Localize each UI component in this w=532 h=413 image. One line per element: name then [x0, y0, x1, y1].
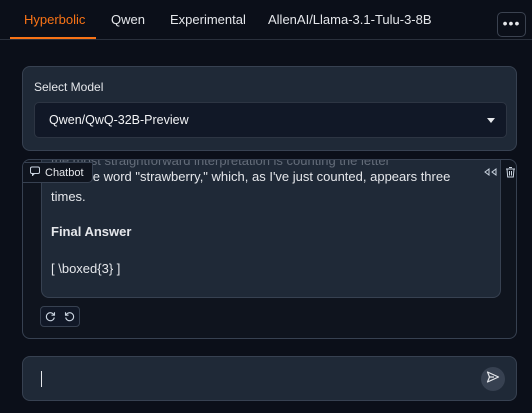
- more-icon: •••: [502, 14, 521, 31]
- final-answer-value: [ \boxed{3} ]: [51, 261, 121, 276]
- more-tabs-button[interactable]: •••: [497, 12, 526, 37]
- tab-allenai-llama[interactable]: AllenAI/Llama-3.1-Tulu-3-8B: [268, 0, 432, 40]
- tab-hyperbolic[interactable]: Hyperbolic: [24, 0, 85, 40]
- model-select-label: Select Model: [34, 80, 104, 94]
- share-icon[interactable]: [483, 165, 497, 179]
- message-cut-off-line: the most straightforward interpretation …: [51, 159, 390, 168]
- active-tab-indicator: [10, 37, 96, 39]
- chatbot-label: Chatbot: [23, 162, 93, 183]
- tab-experimental[interactable]: Experimental: [170, 0, 246, 40]
- chatbot-toolbar: [483, 165, 516, 179]
- retry-icon[interactable]: [44, 310, 58, 324]
- message-input-panel: [22, 356, 517, 401]
- message-line: "r" in the word "strawberry," which, as …: [51, 169, 451, 184]
- model-dropdown-value: Qwen/QwQ-32B-Preview: [49, 113, 189, 127]
- chevron-down-icon: [487, 118, 495, 123]
- chat-bubble-icon: [30, 166, 40, 179]
- chatbot-panel[interactable]: the most straightforward interpretation …: [22, 159, 517, 339]
- model-dropdown[interactable]: Qwen/QwQ-32B-Preview: [34, 102, 507, 138]
- model-select-panel: Select Model Qwen/QwQ-32B-Preview: [22, 66, 517, 151]
- app-root: Hyperbolic Qwen Experimental AllenAI/Lla…: [0, 0, 532, 413]
- text-cursor: [41, 371, 42, 387]
- message-line: times.: [51, 189, 86, 204]
- send-button[interactable]: [481, 367, 505, 391]
- trash-icon[interactable]: [503, 165, 516, 179]
- send-icon: [486, 370, 500, 389]
- tab-qwen[interactable]: Qwen: [111, 0, 145, 40]
- assistant-message: the most straightforward interpretation …: [41, 159, 501, 298]
- message-input[interactable]: [35, 367, 465, 392]
- tab-bar: Hyperbolic Qwen Experimental AllenAI/Lla…: [0, 0, 532, 40]
- undo-icon[interactable]: [63, 310, 77, 324]
- chatbot-label-text: Chatbot: [45, 166, 84, 179]
- message-actions: [40, 306, 80, 327]
- final-answer-heading: Final Answer: [51, 224, 132, 239]
